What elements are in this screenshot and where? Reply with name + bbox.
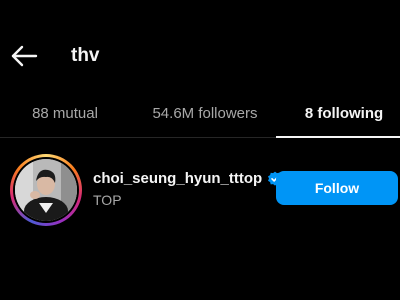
username: choi_seung_hyun_tttop	[93, 170, 263, 187]
top-bar: thv	[0, 0, 400, 110]
avatar	[15, 159, 77, 221]
tab-bar: 88 mutual 54.6M followers 8 following	[0, 96, 400, 138]
arrow-left-icon	[11, 45, 38, 67]
back-button[interactable]	[10, 43, 38, 69]
tab-mutual[interactable]: 88 mutual	[22, 102, 108, 132]
username-link[interactable]: choi_seung_hyun_tttop	[93, 168, 283, 190]
avatar-photo	[15, 159, 77, 221]
tab-followers[interactable]: 54.6M followers	[140, 102, 270, 132]
page-title: thv	[71, 45, 100, 66]
avatar-frame	[13, 157, 79, 223]
list-item: choi_seung_hyun_tttop TOP Follow	[0, 150, 400, 230]
full-name: TOP	[93, 192, 122, 208]
tab-following[interactable]: 8 following	[296, 102, 392, 132]
story-ring[interactable]	[10, 154, 82, 226]
active-tab-indicator	[276, 136, 400, 138]
follow-button[interactable]: Follow	[276, 171, 398, 205]
